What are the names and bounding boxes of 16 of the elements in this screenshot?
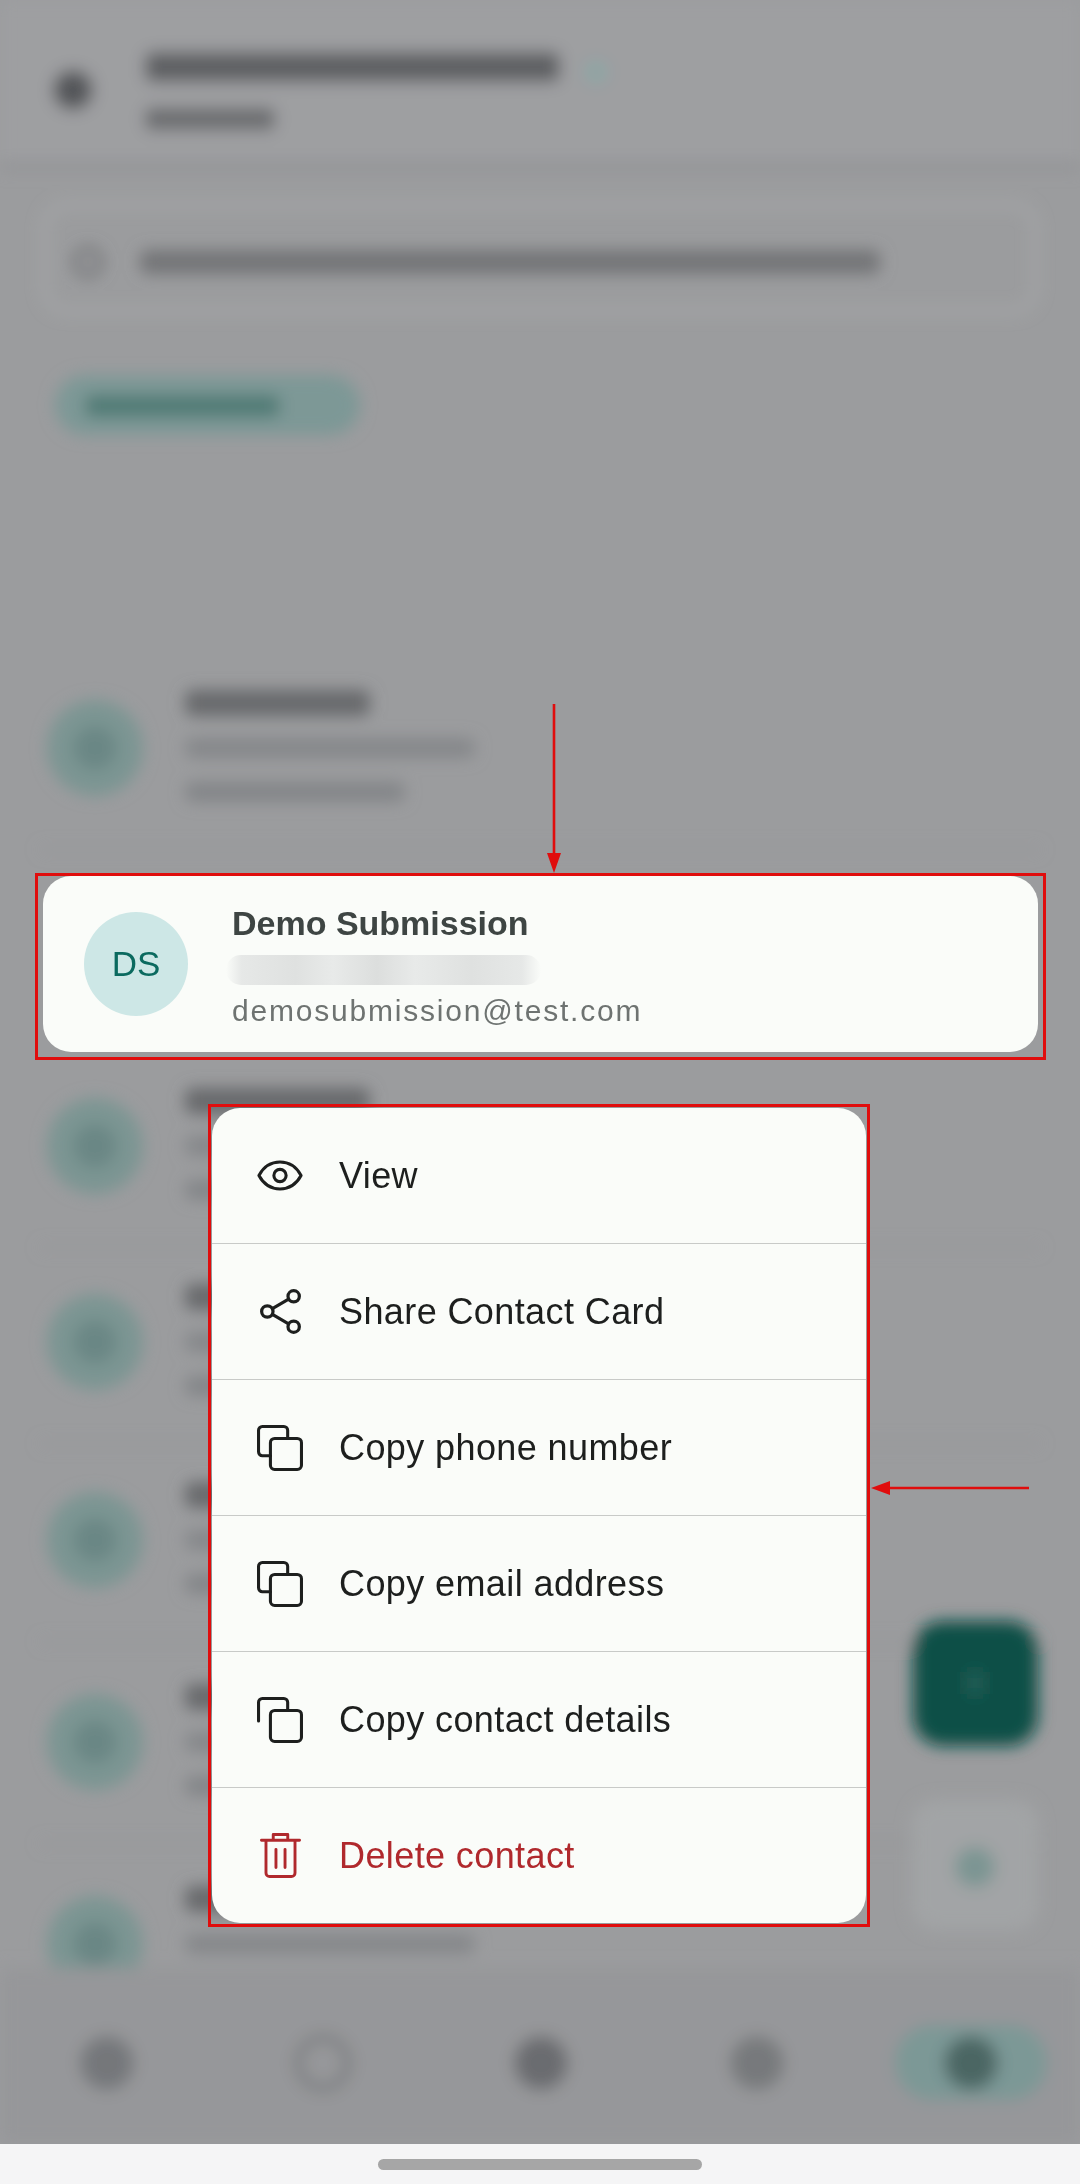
menu-item[interactable]: Share Contact Card (212, 1243, 866, 1379)
menu-item[interactable]: View (212, 1108, 866, 1243)
menu-item[interactable]: Delete contact (212, 1787, 866, 1923)
contact-avatar: DS (84, 912, 188, 1016)
copy-icon (257, 1424, 303, 1471)
contact-card[interactable]: DS Demo Submission demosubmission@test.com (43, 876, 1038, 1052)
copy-icon (257, 1560, 303, 1607)
contact-email: demosubmission@test.com (232, 993, 643, 1029)
share-icon (259, 1289, 301, 1334)
contact-name: Demo Submission (232, 903, 530, 943)
eye-icon (257, 1160, 303, 1191)
menu-item[interactable]: Copy contact details (212, 1651, 866, 1787)
copy-icon (257, 1696, 303, 1743)
menu-item[interactable]: Copy phone number (212, 1379, 866, 1515)
trash-icon (259, 1833, 301, 1878)
menu-item[interactable]: Copy email address (212, 1515, 866, 1651)
